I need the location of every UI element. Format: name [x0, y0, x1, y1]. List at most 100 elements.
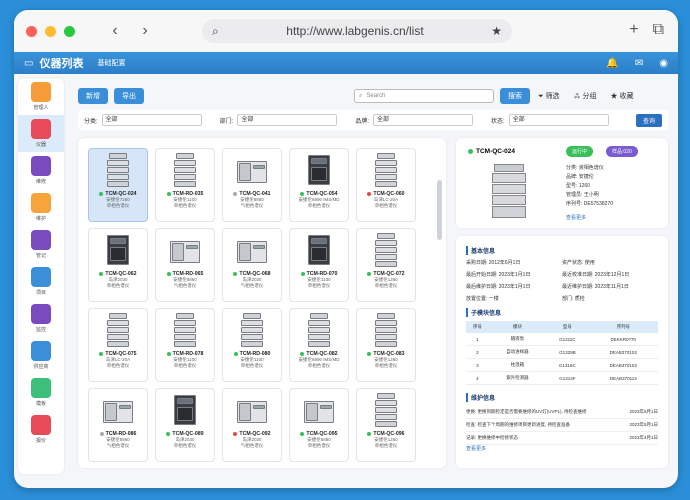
table-header: 模块	[488, 321, 547, 333]
table-cell: G1316C	[546, 358, 589, 372]
instrument-image	[369, 393, 403, 427]
module-icon	[31, 378, 51, 398]
module-icon	[31, 415, 51, 435]
minimize-window-button[interactable]	[45, 25, 56, 37]
filter-group: 状态: 全部	[491, 114, 609, 126]
table-cell: DEAB370102	[588, 358, 658, 372]
maintenance-row[interactable]: 记录: 更换维修中检修状态 2023年4月1日	[466, 432, 658, 445]
scrollbar[interactable]	[437, 180, 442, 240]
group-button[interactable]: ⁂ 分组	[574, 91, 597, 101]
instrument-type: 气相色谱仪	[240, 283, 264, 288]
status-dot	[367, 352, 372, 356]
sidebar-item[interactable]: 报价	[18, 411, 64, 448]
new-button[interactable]: 新增	[78, 88, 108, 104]
copy-icon[interactable]: ⧉	[653, 21, 664, 39]
table-cell: 4	[466, 371, 489, 385]
status-dot	[99, 272, 104, 276]
instrument-card[interactable]: TCM-QC-083 安捷伦1260 单相色谱仪	[356, 308, 416, 382]
user-icon[interactable]: ◉	[659, 58, 668, 69]
module-icon	[31, 230, 51, 250]
export-button[interactable]: 导出	[114, 88, 144, 104]
instrument-card[interactable]: TCM-RD-080 安捷伦1100 单相色谱仪	[222, 308, 282, 382]
filter-select[interactable]: 全部	[101, 114, 202, 126]
sidebar-item[interactable]: 维护	[18, 189, 64, 226]
bell-icon[interactable]: 🔔	[606, 58, 618, 69]
menu-icon[interactable]: ▭	[24, 58, 33, 69]
search-button[interactable]: 搜索	[500, 88, 530, 104]
sidebar-item[interactable]: 监控	[18, 300, 64, 337]
detail-line: 分类: 液相色谱仪	[566, 165, 604, 171]
instrument-card[interactable]: TCM-QC-095 安捷伦6890 单相色谱仪	[289, 388, 349, 462]
status-dot	[233, 192, 238, 196]
maximize-window-button[interactable]	[64, 25, 75, 37]
sidebar-item[interactable]: 供应商	[18, 337, 64, 374]
instrument-card[interactable]: TCM-QC-054 安捷伦6890 IMS/MD 单相色谱仪	[289, 148, 349, 222]
search-icon: ⌕	[359, 92, 363, 99]
address-bar[interactable]: ⌕ http://www.labgenis.cn/list ★	[202, 19, 512, 43]
filter-select[interactable]: 全部	[373, 114, 474, 126]
filter-select[interactable]: 全部	[237, 114, 338, 126]
favorite-label: 收藏	[619, 93, 634, 100]
instrument-card[interactable]: TCM-RD-086 安捷伦8860 气相色谱仪	[88, 388, 148, 462]
sidebar-item[interactable]: 项目	[18, 263, 64, 300]
status-dot	[233, 272, 238, 276]
instrument-card[interactable]: TCM-QC-072 安捷伦1260 单相色谱仪	[356, 228, 416, 302]
browser-window: ‹ › ⌕ http://www.labgenis.cn/list ★ + ⧉ …	[14, 10, 678, 488]
basic-info-item: 最后开始日期: 2023年1月1日	[466, 272, 531, 278]
query-button[interactable]: 查询	[635, 113, 662, 127]
group-label: 分组	[582, 93, 597, 100]
instrument-card[interactable]: TCM-RD-070 安捷伦1100 单相色谱仪	[289, 228, 349, 302]
instrument-type: 单相色谱仪	[173, 363, 197, 368]
status-dot	[300, 432, 305, 436]
instrument-card[interactable]: TCM-QC-041 安捷伦8860 气相色谱仪	[222, 148, 282, 222]
instrument-card[interactable]: TCM-RD-065 安捷伦8860 气相色谱仪	[155, 228, 215, 302]
info-panel: 基本信息 采购日期: 2012年6月1日 资产状态: 使用 最后开始日期: 2023…	[456, 236, 668, 468]
instrument-card[interactable]: TCM-QC-089 岛津2030 单相色谱仪	[155, 388, 215, 462]
filter-button[interactable]: ⏷ 筛选	[538, 91, 560, 101]
instrument-card[interactable]: TCM-RD-078 安捷伦1100 单相色谱仪	[155, 308, 215, 382]
bookmark-star-icon[interactable]: ★	[491, 24, 502, 38]
sidebar-item[interactable]: 管记	[18, 226, 64, 263]
detail-more-link[interactable]: 查看更多	[566, 214, 586, 221]
sidebar-item[interactable]: 管理人	[18, 78, 64, 115]
instrument-image	[302, 313, 336, 347]
instrument-card[interactable]: TCM-QC-068 岛津2030 气相色谱仪	[222, 228, 282, 302]
instrument-detail-card: TCM-QC-024 运行中 样品:020 分类: 液相色谱仪 品牌: 安捷伦 型号…	[456, 138, 668, 228]
maintenance-text: 记录: 更换维修中检修状态	[466, 435, 518, 440]
sidebar-item-label: 维修	[35, 179, 46, 185]
instrument-type: 单相色谱仪	[374, 443, 398, 448]
instrument-type: 单相色谱仪	[307, 443, 331, 448]
maintenance-more-link[interactable]: 查看更多	[466, 446, 486, 452]
new-tab-icon[interactable]: +	[629, 21, 638, 39]
instrument-type: 单相色谱仪	[374, 283, 398, 288]
detail-line: 品牌: 安捷伦	[566, 174, 594, 180]
instrument-card[interactable]: TCM-QC-075 岛津LC-20A 单相色谱仪	[88, 308, 148, 382]
maintenance-row[interactable]: 检查: 检查下个周期的维修项目更新进度, 待检查准备 2023年5月1日	[466, 419, 658, 432]
instrument-card[interactable]: TCM-QC-062 岛津2030 单相色谱仪	[88, 228, 148, 302]
instrument-card[interactable]: TCM-QC-082 安捷伦6890 IMS/MD 单相色谱仪	[289, 308, 349, 382]
instrument-card[interactable]: TCM-QC-060 岛津LC-20A 单相色谱仪	[356, 148, 416, 222]
modules-table: 序号 模块 型号 序列号 1 输液泵 G1311C DEKKR0770 2 自动进样器 G1329…	[466, 321, 658, 385]
maintenance-row[interactable]: 更换: 更换到期检定是否需要维修的UV灯(UVP1), 待检查维修 2023年6月…	[466, 406, 658, 419]
instrument-card[interactable]: TCM-QC-092 岛津2030 气相色谱仪	[222, 388, 282, 462]
instrument-image	[369, 233, 403, 267]
instrument-card[interactable]: TCM-QC-024 安捷伦7260 单相色谱仪	[88, 148, 148, 222]
sidebar-item[interactable]: 模板	[18, 374, 64, 411]
instrument-card[interactable]: TCM-RD-035 安捷伦1100 单相色谱仪	[155, 148, 215, 222]
search-input[interactable]: ⌕ Search	[354, 89, 494, 103]
back-icon[interactable]: ‹	[105, 21, 125, 41]
sidebar-item[interactable]: 仪器	[18, 115, 64, 152]
filter-select[interactable]: 全部	[508, 114, 609, 126]
forward-icon[interactable]: ›	[135, 21, 155, 41]
favorite-button[interactable]: ★ 收藏	[611, 91, 634, 101]
instrument-card[interactable]: TCM-QC-096 安捷伦1260 单相色谱仪	[356, 388, 416, 462]
mail-icon[interactable]: ✉	[635, 58, 643, 69]
close-window-button[interactable]	[26, 25, 37, 37]
detail-line: 管理员: 王小明	[566, 192, 599, 198]
filter-label: 状态:	[491, 118, 505, 125]
config-link[interactable]: 基础配置	[97, 58, 125, 68]
sidebar-item[interactable]: 维修	[18, 152, 64, 189]
instrument-type: 单相色谱仪	[307, 203, 331, 208]
basic-info-item: 采购日期: 2012年6月1日	[466, 260, 521, 266]
table-row: 3 柱温箱 G1316C DEAB370102	[466, 358, 658, 372]
